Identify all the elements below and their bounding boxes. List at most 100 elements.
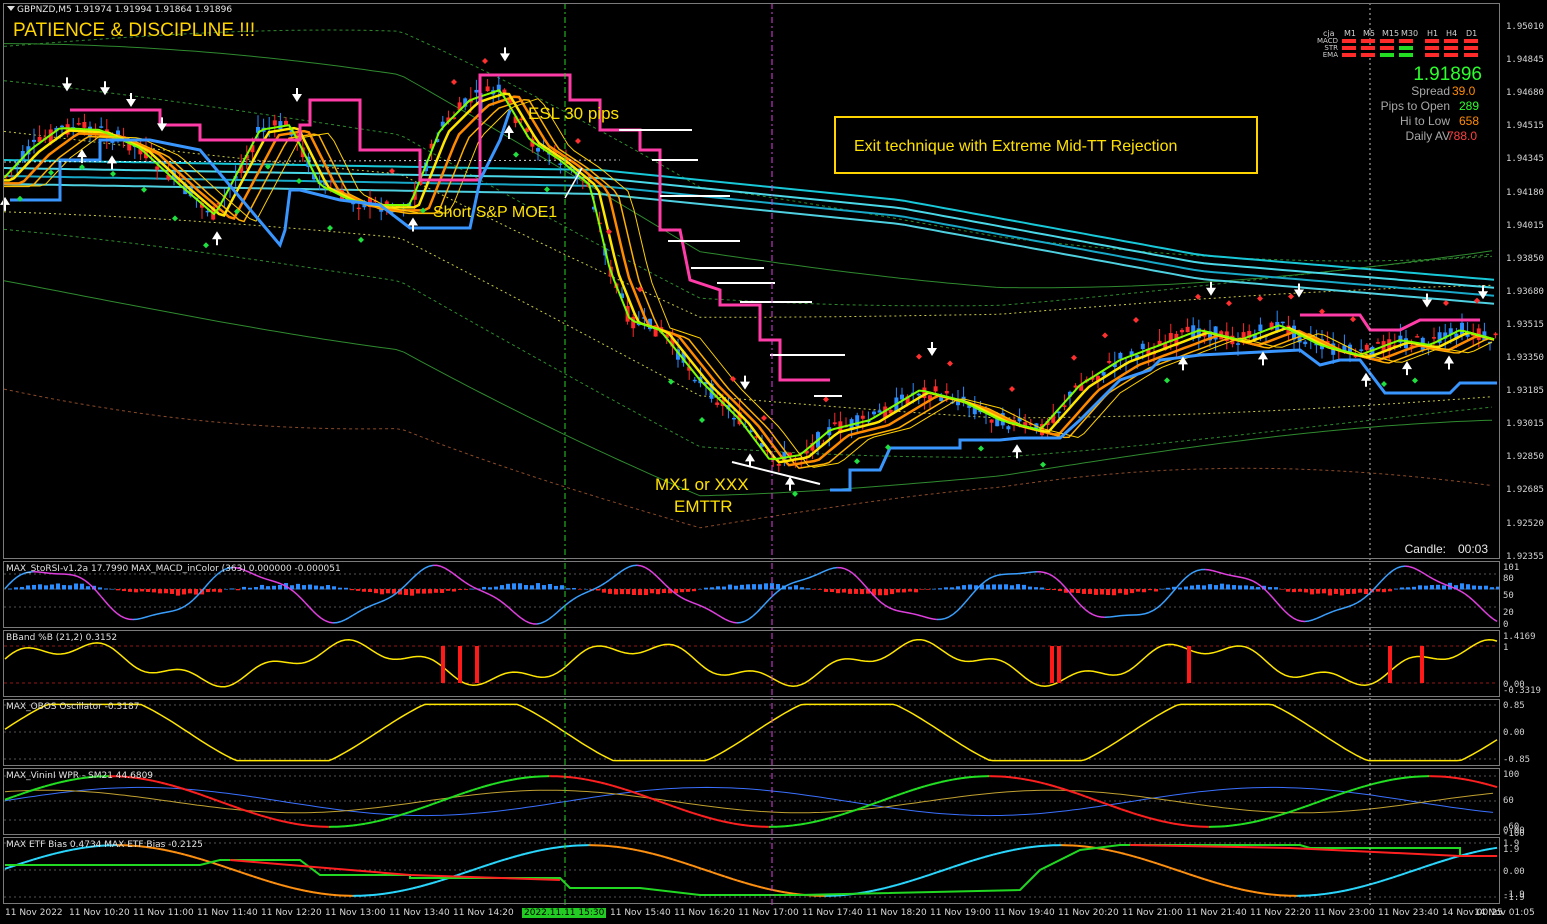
dashboard-cell	[1399, 46, 1413, 50]
price-scale-label: 1.93680	[1506, 286, 1544, 297]
time-axis-label: 11 Nov 11:00	[133, 908, 194, 918]
subpane-scale-label: 0.85	[1503, 701, 1525, 711]
symbol-menu-icon[interactable]	[7, 6, 15, 11]
daily-av-label: Daily AV	[1405, 129, 1450, 143]
dashboard-cell	[1380, 46, 1394, 50]
price-scale-label: 1.92850	[1506, 452, 1544, 463]
timeframe-header: H4	[1446, 29, 1458, 38]
pips-open-label: Pips to Open	[1380, 99, 1450, 113]
spread-label: Spread	[1411, 84, 1450, 98]
etf-bias-pane[interactable]	[3, 837, 1500, 904]
bband-pane[interactable]	[3, 630, 1500, 697]
dashboard-row-label: EMA	[1322, 51, 1338, 59]
dashboard-cell	[1425, 53, 1439, 57]
price-scale-label: 1.94180	[1506, 187, 1544, 198]
subpane-scale-label: 0.00	[1503, 728, 1525, 738]
subpane-scale-label: 101	[1503, 563, 1520, 573]
dashboard-cell	[1444, 46, 1458, 50]
price-scale-label: 1.94015	[1506, 220, 1544, 231]
subpane-scale-label: -1.9	[1503, 893, 1525, 903]
price-scale-label: 1.92685	[1506, 485, 1544, 496]
time-axis-label: 11 Nov 17:40	[802, 908, 863, 918]
price-scale-label: 1.95010	[1506, 22, 1544, 32]
subpane-scale-label: 1.9	[1503, 845, 1520, 855]
time-axis-label: 11 Nov 19:00	[930, 908, 991, 918]
time-axis-label: 11 Nov 13:00	[325, 908, 386, 918]
candle-timer-label: Candle:	[1404, 542, 1446, 556]
time-axis-label: 11 Nov 21:00	[1122, 908, 1183, 918]
subpane-title: BBand %B (21,2) 0.3152	[6, 633, 118, 643]
subpane-scale-label: 80	[1503, 574, 1514, 584]
wpr-pane[interactable]	[3, 768, 1500, 835]
time-axis-label: 11 Nov 22:20	[1250, 908, 1311, 918]
subpane-scale-label: 100	[1503, 770, 1520, 780]
time-axis-label: 11 Nov 10:20	[69, 908, 130, 918]
time-axis-label: 11 Nov 13:40	[389, 908, 450, 918]
subpane-scale-label: 60	[1503, 796, 1514, 806]
main-price-pane[interactable]	[3, 3, 1500, 559]
dashboard-cell	[1361, 53, 1375, 57]
dashboard-cell	[1464, 46, 1478, 50]
time-axis-label: 2022.11.11 15:30	[522, 908, 607, 918]
dashboard-cell	[1342, 53, 1356, 57]
time-axis-label: 11 Nov 18:20	[866, 908, 927, 918]
time-axis-label: 11 Nov 21:40	[1186, 908, 1247, 918]
subpane-scale-label: 1	[1503, 643, 1509, 653]
pips-open-value: 289	[1459, 99, 1480, 113]
emttr-annotation: EMTTR	[674, 497, 733, 516]
price-scale-label: 1.93185	[1506, 386, 1544, 397]
subpane-title: MAX_OBOS Oscillator -0.3187	[6, 702, 140, 712]
price-scale-label: 1.93515	[1506, 319, 1544, 330]
time-axis-label: 11 Nov 20:20	[1058, 908, 1119, 918]
price-scale-label: 1.93015	[1506, 419, 1544, 430]
time-axis-label: 11 Nov 2022	[5, 908, 63, 918]
time-axis-label: 11 Nov 23:40	[1378, 908, 1439, 918]
time-axis-label: 11 Nov 12:20	[261, 908, 322, 918]
dashboard-cell	[1444, 39, 1458, 43]
time-axis-label: 11 Nov 11:40	[197, 908, 258, 918]
price-scale-label: 1.93350	[1506, 353, 1544, 363]
time-axis-label: 11 Nov 17:00	[738, 908, 799, 918]
price-scale-label: 1.94515	[1506, 121, 1544, 132]
dashboard-cell	[1425, 39, 1439, 43]
subpane-scale-label: -0.85	[1503, 755, 1531, 765]
exit-technique-box[interactable]: Exit technique with Extreme Mid-TT Rejec…	[834, 116, 1258, 174]
short-entry-annotation: Short S&P MOE1	[433, 204, 558, 221]
mx1-annotation: MX1 or XXX	[655, 475, 749, 494]
subpane-title: MAX_VininI WPR - SM21 44.6809	[6, 771, 154, 781]
dashboard-cell	[1361, 39, 1375, 43]
esl-annotation: ESL 30 pips	[528, 104, 620, 123]
subpane-scale-label: 50	[1503, 591, 1514, 601]
subpane-title: MAX_StoRSI-v1.2a 17.7990 MAX_MACD_inColo…	[6, 564, 341, 574]
current-price: 1.91896	[1413, 64, 1482, 85]
timeframe-header: D1	[1466, 29, 1478, 38]
time-axis-label: 14 Nov 01:05	[1474, 908, 1535, 918]
timeframe-header: M30	[1401, 29, 1419, 38]
dashboard-cell	[1342, 39, 1356, 43]
subpane-scale-label: 1.4169	[1503, 632, 1536, 642]
timeframe-header: M1	[1344, 29, 1356, 38]
dashboard-cell	[1380, 53, 1394, 57]
price-scale-label: 1.94680	[1506, 88, 1544, 99]
subpane-scale-label: -100	[1503, 829, 1525, 839]
candle-timer-value: 00:03	[1458, 542, 1489, 556]
symbol-info: GBPNZD,M5 1.91974 1.91994 1.91864 1.9189…	[17, 5, 233, 15]
dashboard-cell	[1342, 46, 1356, 50]
chart-title: PATIENCE & DISCIPLINE !!!	[13, 20, 256, 41]
time-axis-label: 11 Nov 15:40	[610, 908, 671, 918]
price-scale-label: 1.93850	[1506, 253, 1544, 264]
price-scale-label: 1.94345	[1506, 154, 1544, 165]
subpane-title: MAX ETF Bias 0.4734 MAX ETF Bias -0.2125	[6, 840, 203, 850]
obos-pane[interactable]	[3, 699, 1500, 766]
dashboard-cell	[1464, 39, 1478, 43]
dashboard-cell	[1380, 39, 1394, 43]
hi-low-value: 658	[1459, 114, 1480, 128]
exit-technique-text: Exit technique with Extreme Mid-TT Rejec…	[854, 138, 1178, 155]
time-axis-label: 11 Nov 23:00	[1314, 908, 1375, 918]
dashboard-cell	[1361, 46, 1375, 50]
time-axis-label: 11 Nov 14:20	[453, 908, 514, 918]
subpane-scale-label: 0.00	[1503, 867, 1525, 877]
hi-low-label: Hi to Low	[1399, 114, 1450, 128]
dashboard-cell	[1444, 53, 1458, 57]
subpane-scale-label: 20	[1503, 608, 1514, 618]
